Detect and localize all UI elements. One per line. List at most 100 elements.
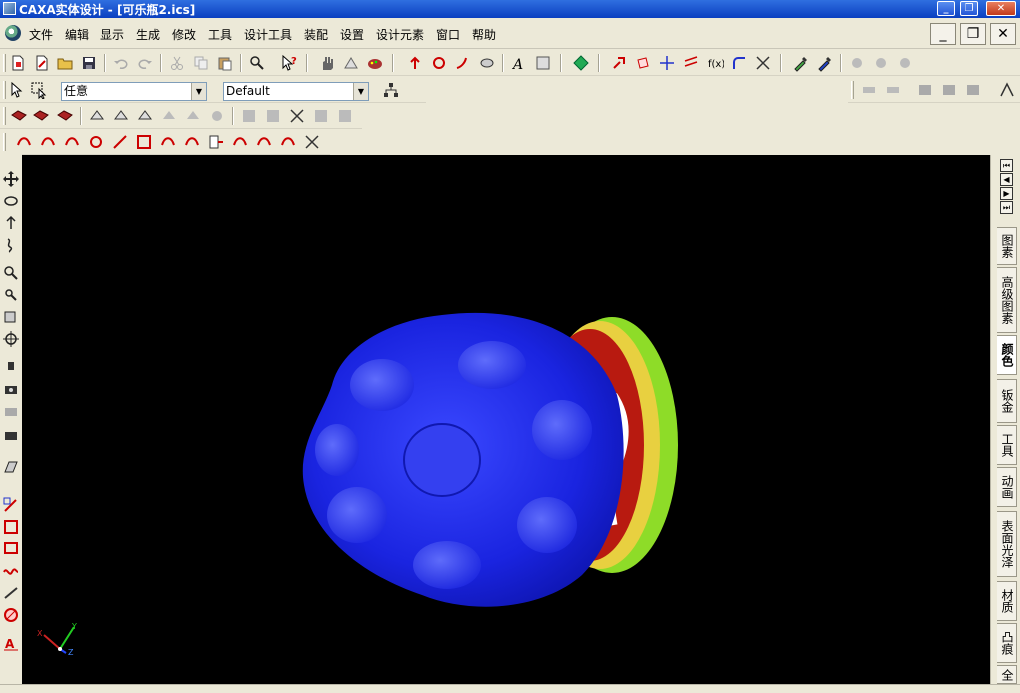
caxa-app-icon[interactable] [3, 2, 16, 15]
help-pointer-icon[interactable]: ? [280, 54, 298, 72]
surface-trim-icon[interactable] [288, 107, 306, 125]
split-icon[interactable] [658, 54, 676, 72]
sketch-circle-icon[interactable] [2, 606, 20, 624]
tab-prev-button[interactable]: ◀ [1000, 173, 1013, 186]
curve-project-icon[interactable] [159, 133, 177, 151]
style-tool-icon[interactable] [342, 54, 360, 72]
surface-icon[interactable] [240, 107, 258, 125]
sketch-text-icon[interactable]: A [2, 634, 20, 652]
document-icon[interactable] [5, 25, 21, 41]
eyedropper-icon[interactable] [792, 54, 810, 72]
offset-icon[interactable] [682, 54, 700, 72]
corner-icon[interactable] [964, 81, 982, 99]
camera-disabled-icon[interactable] [2, 402, 20, 420]
cut-icon[interactable] [168, 54, 186, 72]
tab-sheet-metal[interactable]: 钣金 [997, 379, 1017, 423]
sketch-rect-icon[interactable] [2, 518, 20, 536]
camera-view-icon[interactable] [2, 426, 20, 444]
anim-record-icon[interactable] [872, 54, 890, 72]
chamfer-icon[interactable] [754, 54, 772, 72]
select-arrow-icon[interactable] [8, 81, 26, 99]
menu-modify[interactable]: 修改 [172, 26, 196, 43]
pattern-icon[interactable] [56, 107, 74, 125]
twist-icon[interactable] [208, 107, 226, 125]
menu-edit[interactable]: 编辑 [65, 26, 89, 43]
bottle-model-render[interactable]: Y X Z [22, 155, 990, 684]
tab-last-button[interactable]: ⏭ [1000, 201, 1013, 214]
tab-first-button[interactable]: ⏮ [1000, 159, 1013, 172]
undo-icon[interactable] [112, 54, 130, 72]
menu-assembly[interactable]: 装配 [304, 26, 328, 43]
copy-icon[interactable] [192, 54, 210, 72]
smart-part-icon[interactable] [572, 54, 590, 72]
window-close-button[interactable]: ✕ [986, 1, 1016, 16]
sketch-arc-icon[interactable] [2, 584, 20, 602]
curve-fillet-icon[interactable] [231, 133, 249, 151]
toolbar-grip[interactable] [851, 81, 854, 99]
curve-arc-icon[interactable] [63, 133, 81, 151]
menu-generate[interactable]: 生成 [136, 26, 160, 43]
surface-sweep-icon[interactable] [264, 107, 282, 125]
design-viewport[interactable]: Y X Z [22, 155, 990, 684]
scale-icon[interactable] [136, 107, 154, 125]
menu-design-tools[interactable]: 设计工具 [244, 26, 292, 43]
orbit-icon[interactable] [2, 192, 20, 210]
rib-icon[interactable] [88, 107, 106, 125]
surface-extend-icon[interactable] [312, 107, 330, 125]
select-box-icon[interactable] [30, 81, 48, 99]
tree-structure-icon[interactable] [382, 81, 400, 99]
hand-tool-icon[interactable] [318, 54, 336, 72]
unfold-icon[interactable] [884, 81, 902, 99]
sketch-offset-icon[interactable] [2, 540, 20, 558]
move-face-icon[interactable] [610, 54, 628, 72]
window-minimize-button[interactable]: _ [937, 1, 955, 16]
anim-play-icon[interactable] [848, 54, 866, 72]
view-plane-icon[interactable] [2, 458, 20, 476]
curve-trim-icon[interactable] [255, 133, 273, 151]
menu-display[interactable]: 显示 [100, 26, 124, 43]
camera-icon[interactable] [2, 380, 20, 398]
tab-material[interactable]: 材质 [997, 581, 1017, 621]
face-draft-icon[interactable] [634, 54, 652, 72]
tab-surface-finish[interactable]: 表面光泽 [997, 511, 1017, 577]
bend-icon[interactable] [860, 81, 878, 99]
revolve-icon[interactable] [430, 54, 448, 72]
sketch-curve-icon[interactable] [2, 562, 20, 580]
camera-target-icon[interactable] [2, 358, 20, 376]
palette-icon[interactable] [366, 54, 384, 72]
curve-spline-icon[interactable] [39, 133, 57, 151]
boolean-icon[interactable] [32, 107, 50, 125]
tab-tools[interactable]: 工具 [997, 425, 1017, 465]
zoom-window-icon[interactable] [2, 286, 20, 304]
curve-3d-icon[interactable] [15, 133, 33, 151]
curve-break-icon[interactable] [279, 133, 297, 151]
sweep-icon[interactable] [454, 54, 472, 72]
chevron-down-icon[interactable]: ▼ [191, 83, 206, 100]
tab-next-button[interactable]: ▶ [1000, 187, 1013, 200]
extrude-icon[interactable] [406, 54, 424, 72]
search-icon[interactable] [248, 54, 266, 72]
tab-primitives[interactable]: 图素 [997, 227, 1017, 265]
tab-color[interactable]: 颜色 [997, 335, 1017, 375]
focus-icon[interactable] [2, 330, 20, 348]
sketch-line-icon[interactable] [2, 496, 20, 514]
tab-advanced-primitives[interactable]: 高级图素 [997, 267, 1017, 333]
sheet-tool-icon[interactable] [998, 81, 1016, 99]
surface-stitch-icon[interactable] [336, 107, 354, 125]
zoom-fit-icon[interactable] [2, 308, 20, 326]
formula-icon[interactable]: f(x) [706, 54, 724, 72]
document-close-button[interactable]: ✕ [990, 23, 1016, 45]
menu-design-elements[interactable]: 设计元素 [376, 26, 424, 43]
menu-help[interactable]: 帮助 [472, 26, 496, 43]
menu-file[interactable]: 文件 [29, 26, 53, 43]
selection-filter-dropdown[interactable]: 任意 ▼ [61, 82, 207, 101]
hem-icon[interactable] [940, 81, 958, 99]
tab-emboss[interactable]: 凸痕 [997, 623, 1017, 663]
toolbar-grip[interactable] [3, 81, 6, 99]
chevron-down-icon[interactable]: ▼ [353, 83, 368, 100]
new-drawing-icon[interactable] [33, 54, 51, 72]
document-restore-button[interactable]: ❐ [960, 23, 986, 45]
anim-stop-icon[interactable] [896, 54, 914, 72]
open-folder-icon[interactable] [56, 54, 74, 72]
flange-icon[interactable] [916, 81, 934, 99]
